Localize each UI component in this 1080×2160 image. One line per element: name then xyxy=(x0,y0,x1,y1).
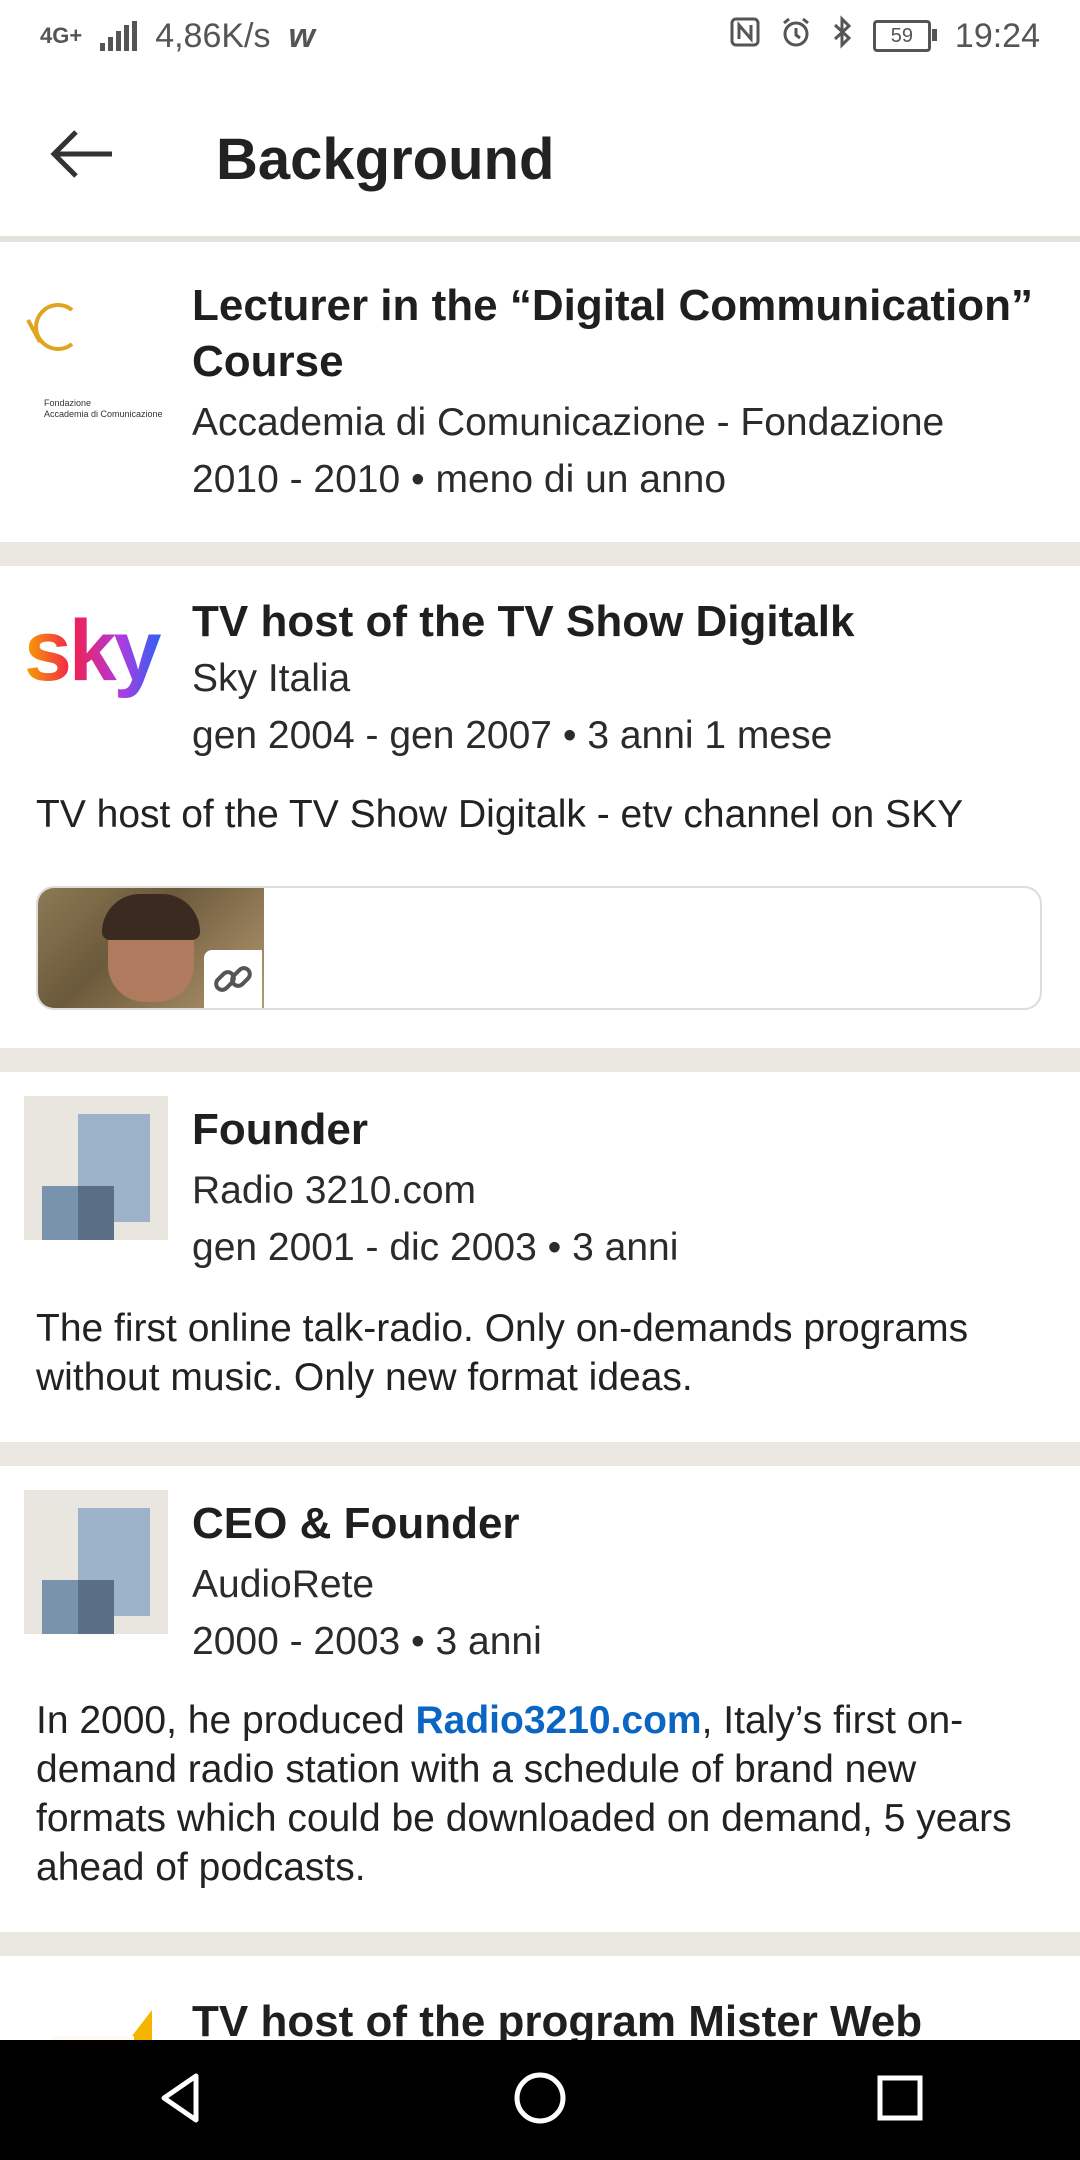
job-dates: gen 2004 - gen 2007 • 3 anni 1 mese xyxy=(192,714,833,757)
experience-item[interactable]: Founder Radio 3210.com gen 2001 - dic 20… xyxy=(0,1072,1080,1442)
company-name: Sky Italia xyxy=(192,657,351,700)
experience-item[interactable]: sky TV host of the TV Show Digitalk Sky … xyxy=(0,566,1080,1048)
status-bar: 4G+ 4,86K/s w 59 19:24 xyxy=(0,0,1080,72)
sky-logo-text: sky xyxy=(24,606,162,699)
company-logo-placeholder xyxy=(24,1096,168,1240)
job-title: TV host of the TV Show Digitalk xyxy=(192,597,855,646)
arrow-left-icon[interactable] xyxy=(46,124,116,184)
home-circle-icon[interactable] xyxy=(510,2068,570,2133)
divider xyxy=(0,1932,1080,1956)
app-notification-icon: w xyxy=(288,16,315,55)
company-logo-accademia: Fondazione Accademia di Comunicazione xyxy=(24,288,168,432)
status-right: 59 19:24 xyxy=(729,14,1040,58)
experience-item[interactable]: CEO & Founder AudioRete 2000 - 2003 • 3 … xyxy=(0,1466,1080,1932)
company-name: Radio 3210.com xyxy=(192,1169,477,1212)
job-dates: gen 2001 - dic 2003 • 3 anni xyxy=(192,1226,679,1269)
app-bar: Background xyxy=(0,72,1080,242)
logo-caption: Accademia di Comunicazione xyxy=(44,409,163,419)
divider xyxy=(0,542,1080,566)
experience-meta: TV host of the TV Show Digitalk Sky Ital… xyxy=(192,594,1050,764)
network-speed: 4,86K/s xyxy=(155,16,271,55)
signal-icon xyxy=(100,21,138,51)
experience-meta: CEO & Founder AudioRete 2000 - 2003 • 3 … xyxy=(192,1496,1050,1670)
recents-square-icon[interactable] xyxy=(870,2068,930,2133)
description-link[interactable]: Radio3210.com xyxy=(415,1699,701,1742)
job-description: The first online talk-radio. Only on-dem… xyxy=(36,1307,969,1399)
back-triangle-icon[interactable] xyxy=(150,2068,210,2133)
company-name: Accademia di Comunicazione - Fondazione xyxy=(192,401,945,444)
media-attachment[interactable] xyxy=(36,886,1042,1010)
company-name: AudioRete xyxy=(192,1563,375,1606)
divider xyxy=(0,1442,1080,1466)
company-logo-sky: sky xyxy=(24,603,168,750)
job-title: Lecturer in the “Digital Communication” … xyxy=(192,281,1033,386)
clock: 19:24 xyxy=(954,16,1040,55)
experience-meta: Founder Radio 3210.com gen 2001 - dic 20… xyxy=(192,1102,1050,1276)
battery-icon: 59 xyxy=(872,20,937,52)
job-title: CEO & Founder xyxy=(192,1499,520,1548)
network-type: 4G+ xyxy=(40,23,83,48)
experience-meta: Lecturer in the “Digital Communication” … xyxy=(192,278,1050,508)
job-title: Founder xyxy=(192,1105,368,1154)
person-photo-hair xyxy=(102,894,200,940)
alarm-icon xyxy=(779,15,813,58)
link-icon xyxy=(204,950,262,1008)
bluetooth-icon xyxy=(831,14,855,58)
experience-list: Fondazione Accademia di Comunicazione Le… xyxy=(0,248,1080,2076)
system-nav-bar xyxy=(0,2040,1080,2160)
job-description: In 2000, he produced Radio3210.com, Ital… xyxy=(36,1696,1044,1892)
experience-item[interactable]: Fondazione Accademia di Comunicazione Le… xyxy=(0,248,1080,542)
job-dates: 2010 - 2010 • meno di un anno xyxy=(192,458,727,501)
page-title: Background xyxy=(216,127,555,192)
divider xyxy=(0,1048,1080,1072)
description-text: In 2000, he produced xyxy=(36,1699,416,1742)
nfc-icon xyxy=(729,16,761,57)
logo-caption: Fondazione xyxy=(44,398,92,408)
company-logo-placeholder xyxy=(24,1490,168,1634)
job-dates: 2000 - 2003 • 3 anni xyxy=(192,1620,542,1663)
status-left: 4G+ 4,86K/s w xyxy=(40,17,315,56)
job-description: TV host of the TV Show Digitalk - etv ch… xyxy=(36,793,964,836)
